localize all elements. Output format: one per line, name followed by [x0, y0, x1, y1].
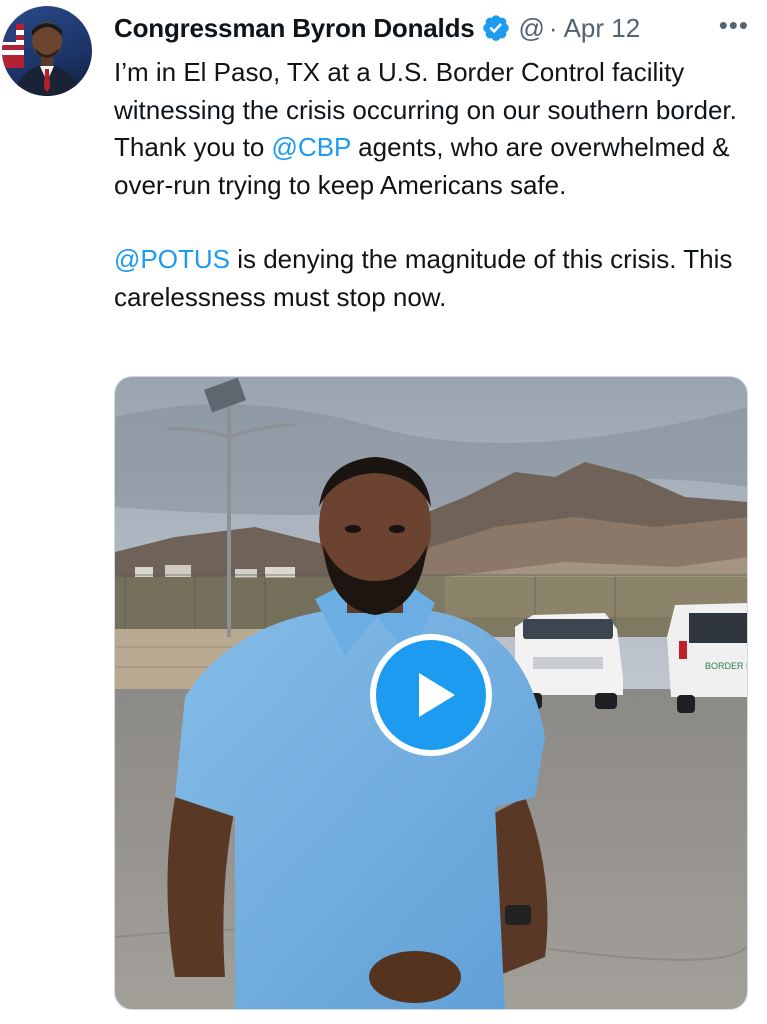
verified-badge-icon — [482, 15, 509, 41]
tweet-paragraph-2: @POTUS is denying the magnitude of this … — [114, 241, 754, 316]
van-label-text: BORDER PA — [705, 661, 748, 671]
play-icon — [370, 634, 492, 756]
avatar-portrait — [2, 22, 82, 96]
tweet-text: I’m in El Paso, TX at a U.S. Border Cont… — [114, 54, 754, 317]
tweet-header: Congressman Byron Donalds @ · Apr 12 ••• — [114, 8, 751, 48]
author-handle[interactable]: @ — [519, 13, 545, 44]
author-avatar[interactable] — [2, 6, 92, 96]
play-button[interactable] — [369, 633, 493, 757]
tweet-date[interactable]: Apr 12 — [564, 13, 641, 44]
more-options-icon[interactable]: ••• — [719, 10, 749, 41]
header-separator: · — [548, 12, 558, 43]
author-name[interactable]: Congressman Byron Donalds — [114, 13, 475, 44]
tweet-paragraph-1: I’m in El Paso, TX at a U.S. Border Cont… — [114, 54, 754, 204]
mention-potus-link[interactable]: @POTUS — [114, 244, 230, 274]
video-player[interactable]: BORDER PA — [114, 376, 748, 1010]
mention-cbp-link[interactable]: @CBP — [272, 132, 351, 162]
